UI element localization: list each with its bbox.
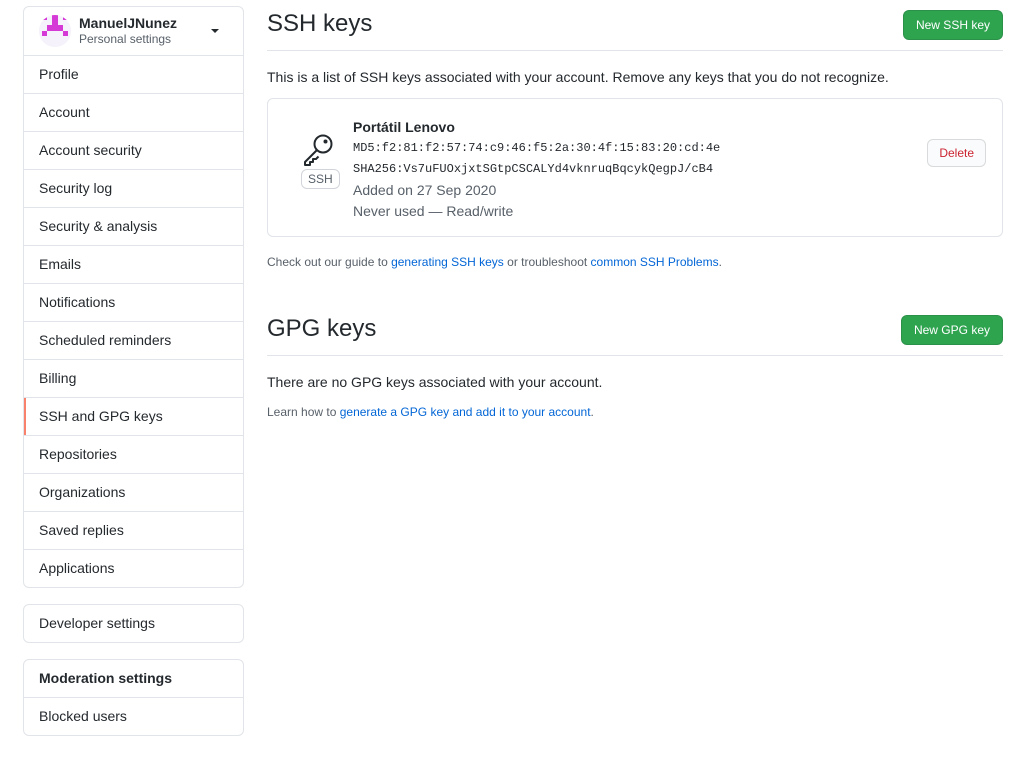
moderation-settings-menu: Moderation settings Blocked users [23,659,244,736]
generate-gpg-key-link[interactable]: generate a GPG key and add it to your ac… [340,405,591,419]
sidebar-item-billing[interactable]: Billing [24,359,243,397]
ssh-guide-note: Check out our guide to generating SSH ke… [267,255,722,269]
ssh-keys-title: SSH keys [267,10,373,37]
ssh-key-usage: Never used — Read/write [353,203,514,219]
gpg-learn-note: Learn how to generate a GPG key and add … [267,405,594,419]
ssh-key-md5: MD5:f2:81:f2:57:74:c9:46:f5:2a:30:4f:15:… [353,141,721,155]
main-content: SSH keys New SSH key This is a list of S… [267,0,1003,419]
sidebar-item-repositories[interactable]: Repositories [24,435,243,473]
sidebar-item-security-analysis[interactable]: Security & analysis [24,207,243,245]
gpg-section-header: GPG keys New GPG key [267,305,1003,356]
ssh-section-header: SSH keys New SSH key [267,0,1003,51]
ssh-guide-prefix: Check out our guide to [267,255,392,269]
ssh-key-sha256: SHA256:Vs7uFUOxjxtSGtpCSCALYd4vknruqBqcy… [353,162,714,176]
user-switcher[interactable]: ManuelJNunez Personal settings [24,7,243,56]
ssh-type-badge: SSH [301,169,340,189]
ssh-key-details: Portátil Lenovo MD5:f2:81:f2:57:74:c9:46… [353,117,720,222]
new-gpg-key-button[interactable]: New GPG key [900,315,1003,345]
personal-settings-menu: ManuelJNunez Personal settings Profile A… [23,6,244,588]
ssh-key-name: Portátil Lenovo [353,119,455,135]
ssh-key-item: SSH Portátil Lenovo MD5:f2:81:f2:57:74:c… [267,98,1003,237]
sidebar-item-scheduled-reminders[interactable]: Scheduled reminders [24,321,243,359]
sidebar-item-blocked-users[interactable]: Blocked users [24,697,243,735]
common-ssh-problems-link[interactable]: common SSH Problems [591,255,719,269]
sidebar-item-saved-replies[interactable]: Saved replies [24,511,243,549]
ssh-description: This is a list of SSH keys associated wi… [267,69,889,85]
sidebar-item-emails[interactable]: Emails [24,245,243,283]
sidebar-item-security-log[interactable]: Security log [24,169,243,207]
caret-down-icon[interactable] [211,29,219,33]
gpg-learn-suffix: . [590,405,594,419]
ssh-guide-suffix: . [718,255,722,269]
ssh-key-added-date: Added on 27 Sep 2020 [353,182,497,198]
sidebar-item-profile[interactable]: Profile [24,56,243,93]
key-icon [304,134,333,166]
gpg-empty-message: There are no GPG keys associated with yo… [267,374,603,390]
gpg-learn-prefix: Learn how to [267,405,340,419]
sidebar-item-ssh-gpg-keys[interactable]: SSH and GPG keys [24,397,243,435]
user-subtitle: Personal settings [79,32,172,46]
ssh-guide-middle: or troubleshoot [503,255,591,269]
sidebar-item-developer-settings[interactable]: Developer settings [24,605,243,642]
gpg-keys-title: GPG keys [267,315,377,342]
new-ssh-key-button[interactable]: New SSH key [902,10,1003,40]
user-info: ManuelJNunez Personal settings [79,15,177,47]
sidebar-item-account[interactable]: Account [24,93,243,131]
avatar [39,15,71,47]
sidebar-item-notifications[interactable]: Notifications [24,283,243,321]
key-icon-wrap [301,131,337,170]
sidebar-item-applications[interactable]: Applications [24,549,243,587]
sidebar-item-organizations[interactable]: Organizations [24,473,243,511]
moderation-settings-heading: Moderation settings [39,670,173,686]
sidebar-item-account-security[interactable]: Account security [24,131,243,169]
developer-settings-menu: Developer settings [23,604,244,643]
identicon-icon [39,15,71,47]
user-name: ManuelJNunez [79,15,178,31]
settings-sidebar: ManuelJNunez Personal settings Profile A… [23,6,244,736]
generating-ssh-keys-link[interactable]: generating SSH keys [391,255,504,269]
delete-ssh-key-button[interactable]: Delete [927,139,986,167]
